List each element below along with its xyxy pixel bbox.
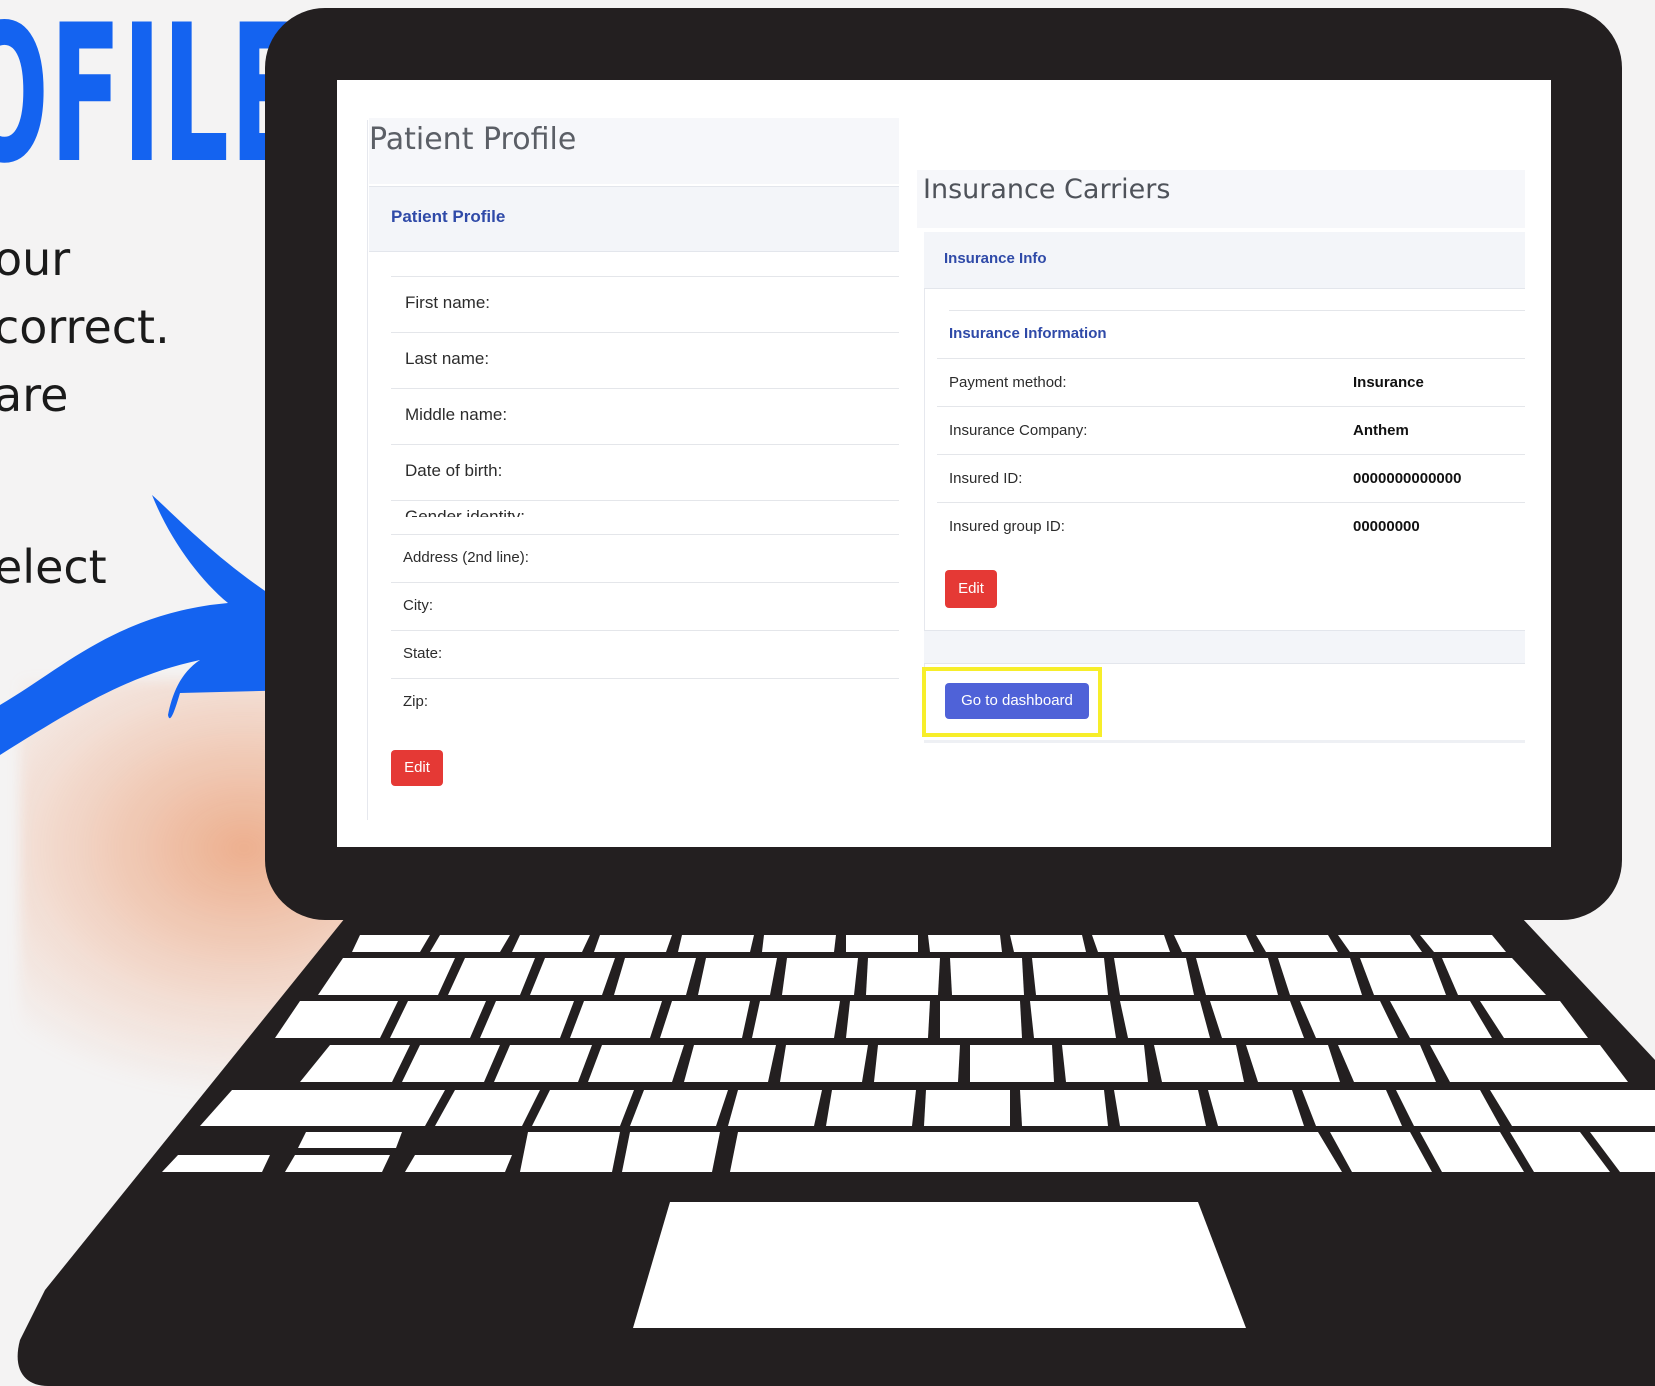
field-city: City: xyxy=(391,582,899,631)
field-label: Last name: xyxy=(405,349,490,368)
field-gender-identity: Gender identity: xyxy=(391,500,899,517)
row-label: Payment method: xyxy=(949,374,1067,391)
insurance-row: Payment method: Insurance xyxy=(937,358,1525,407)
insurance-carriers-title: Insurance Carriers xyxy=(917,170,1525,228)
insurance-row: Insured group ID: 00000000 xyxy=(937,502,1525,551)
card-header-label: Insurance Info xyxy=(944,250,1047,267)
card-header-label: Patient Profile xyxy=(391,207,506,226)
field-middle-name: Middle name: xyxy=(391,388,899,445)
field-address-2: Address (2nd line): xyxy=(391,534,899,583)
patient-edit-button[interactable]: Edit xyxy=(391,750,443,786)
field-label: Zip: xyxy=(403,693,429,710)
row-value: Insurance xyxy=(1353,374,1424,391)
field-date-of-birth: Date of birth: xyxy=(391,444,899,501)
insurance-card-footer xyxy=(924,630,1525,664)
field-first-name: First name: xyxy=(391,276,899,333)
field-last-name: Last name: xyxy=(391,332,899,389)
section-title: Insurance Information xyxy=(949,325,1107,342)
field-label: Gender identity: xyxy=(405,507,526,517)
row-value: Anthem xyxy=(1353,422,1409,439)
page-title: Insurance Carriers xyxy=(923,174,1171,205)
field-label: Date of birth: xyxy=(405,461,503,480)
insurance-edit-button[interactable]: Edit xyxy=(945,570,997,608)
app-screen: Patient Profile Patient Profile First na… xyxy=(337,80,1551,847)
field-label: First name: xyxy=(405,293,491,312)
row-label: Insurance Company: xyxy=(949,422,1088,439)
divider xyxy=(924,740,1525,743)
field-label: Address (2nd line): xyxy=(403,549,529,566)
row-value: 0000000000000 xyxy=(1353,470,1462,487)
row-label: Insured group ID: xyxy=(949,518,1065,535)
insurance-row: Insured ID: 0000000000000 xyxy=(937,454,1525,503)
field-label: Middle name: xyxy=(405,405,508,424)
field-label: State: xyxy=(403,645,443,662)
patient-profile-card-header: Patient Profile xyxy=(369,186,899,252)
insurance-card-header: Insurance Info xyxy=(924,232,1525,289)
field-zip: Zip: xyxy=(391,678,899,727)
insurance-information-section: Insurance Information xyxy=(949,310,1525,355)
row-value: 00000000 xyxy=(1353,518,1420,535)
go-to-dashboard-button[interactable]: Go to dashboard xyxy=(945,683,1089,719)
field-state: State: xyxy=(391,630,899,679)
field-label: City: xyxy=(403,597,433,614)
row-label: Insured ID: xyxy=(949,470,1023,487)
insurance-row: Insurance Company: Anthem xyxy=(937,406,1525,455)
